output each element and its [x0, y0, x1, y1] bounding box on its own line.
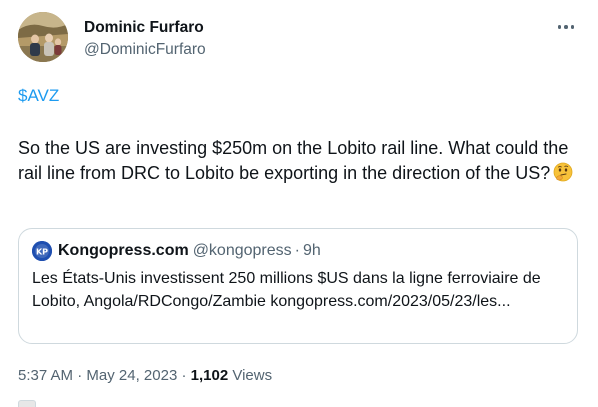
quoted-author-name[interactable]: Kongopress.com [58, 242, 189, 260]
author-display-name[interactable]: Dominic Furfaro [84, 18, 206, 38]
partial-avatar-edge [18, 400, 36, 407]
dot [557, 25, 562, 29]
quoted-tweet-text: Les États-Unis investissent 250 millions… [32, 270, 541, 310]
tweet-time[interactable]: 5:37 AM [18, 367, 73, 384]
avatar-photo-icon [18, 12, 68, 62]
more-dots-icon[interactable] [554, 18, 578, 36]
meta-separator: · [77, 367, 83, 384]
tweet-text: So the US are investing $250m on the Lob… [18, 136, 583, 189]
dot [564, 25, 568, 29]
tweet-meta: 5:37 AM · May 24, 2023 · 1,102 Views [18, 366, 272, 386]
tweet: Dominic Furfaro @DominicFurfaro $AVZ So … [0, 0, 598, 407]
tweet-text-content: So the US are investing $250m on the Lob… [18, 138, 569, 183]
tweet-date[interactable]: May 24, 2023 [86, 367, 177, 384]
cashtag-link[interactable]: $AVZ [18, 84, 59, 108]
svg-text:KP: KP [36, 247, 48, 256]
views-count: 1,102 [190, 367, 229, 384]
author-handle[interactable]: @DominicFurfaro [84, 40, 206, 60]
quoted-author-handle[interactable]: @kongopress [193, 242, 292, 260]
tweet-header: Dominic Furfaro @DominicFurfaro [18, 12, 580, 64]
kongopress-logo-icon: KP [32, 241, 52, 261]
quoted-timestamp[interactable]: 9h [303, 242, 321, 260]
avatar[interactable] [18, 12, 68, 62]
quoted-separator: · [294, 242, 300, 259]
meta-separator: · [181, 367, 187, 384]
quoted-tweet-card[interactable]: KP Kongopress.com @kongopress · 9h Les É… [18, 228, 578, 344]
author-names: Dominic Furfaro @DominicFurfaro [84, 18, 206, 60]
thinking-face-emoji-icon [553, 162, 573, 189]
quoted-tweet-header: KP Kongopress.com @kongopress · 9h [32, 241, 321, 261]
views-label: Views [232, 367, 273, 384]
dot [570, 25, 575, 29]
